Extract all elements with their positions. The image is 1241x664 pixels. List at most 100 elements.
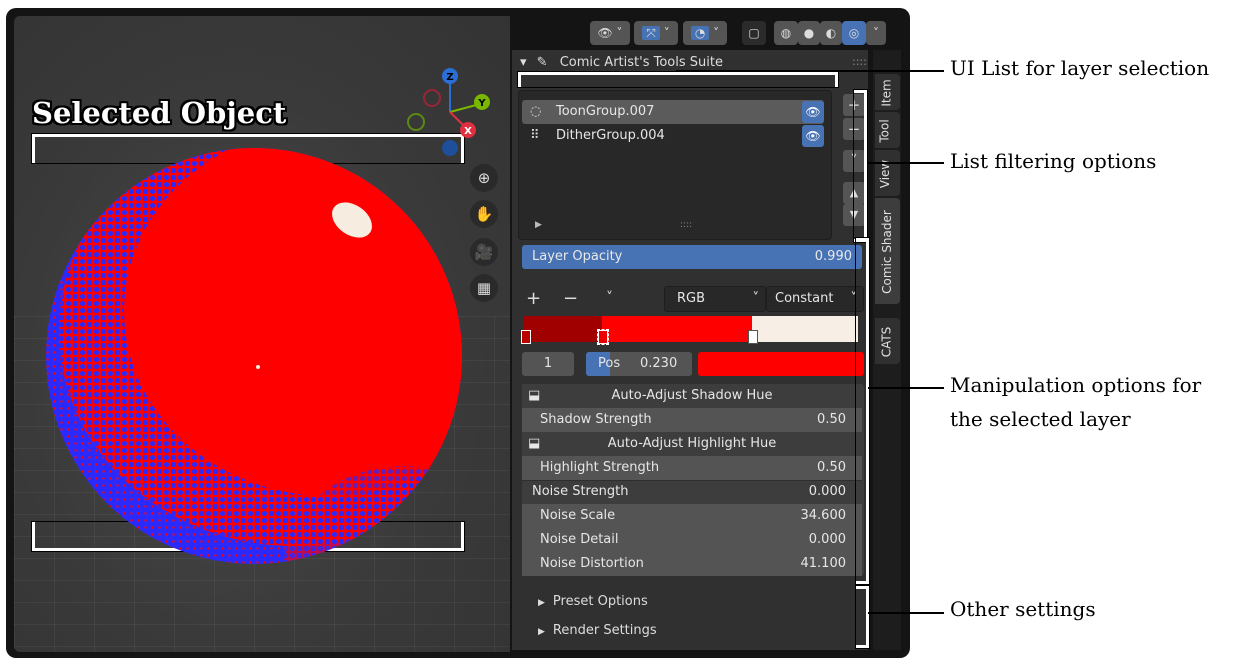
tab-label: Item [879,79,894,107]
noise-strength-field[interactable]: Noise Strength 0.000 [522,480,862,505]
grid-ortho-icon[interactable]: ▦ [470,274,498,302]
tab-tool[interactable]: Tool [875,112,900,148]
tab-label: CATS [879,326,894,358]
color-mode-dropdown[interactable]: RGB ˅ [664,286,766,312]
drag-handle-icon[interactable]: :::: [852,55,867,68]
annotation-manip-line1: Manipulation options for [950,373,1202,397]
wireframe-icon[interactable]: ◍ [774,21,798,45]
auto-adjust-icon: ⬓ [528,436,541,451]
prop-value: 41.100 [800,556,847,571]
auto-adjust-icon: ⬓ [528,388,541,403]
rendered-icon[interactable]: ◎ [842,21,866,45]
noise-detail-field[interactable]: Noise Detail 0.000 [522,528,862,553]
prop-value: 0.000 [808,532,846,547]
overlay-icon[interactable]: ◔ ˅ [683,21,727,45]
interpolation-dropdown[interactable]: Constant ˅ [766,286,864,312]
ramp-stop-1[interactable] [597,329,609,345]
gizmo-z-label: Z [446,72,453,83]
ramp-stop-0[interactable] [521,330,531,344]
arrow-other [868,612,944,614]
dither-icon: ⠿ [530,128,540,143]
ramp-remove-button[interactable]: − [563,288,578,309]
color-ramp[interactable] [524,316,858,342]
bracket-filter [853,89,868,243]
tab-label: View [878,159,893,189]
layer-opacity-slider[interactable]: Layer Opacity 0.990 [522,245,862,269]
visibility-icon[interactable]: 👁 ˅ [590,21,630,45]
bracket-manip [855,237,870,585]
ramp-menu-button[interactable]: ˅ [606,290,613,306]
toon-icon: ◌ [530,104,542,119]
layer-name: ToonGroup.007 [556,104,655,119]
ramp-add-button[interactable]: + [526,288,541,309]
axis-gizmo[interactable]: Z Y X [404,64,504,164]
subpanel-label: Preset Options [552,594,648,609]
tab-comic-shader[interactable]: Comic Shader [875,198,900,304]
xray-icon[interactable]: ▢ [742,21,766,45]
color-mode-value: RGB [677,291,706,306]
pos-value: 0.230 [640,356,678,371]
preset-options-subpanel[interactable]: ▶ Preset Options [538,594,648,609]
interpolation-value: Constant [775,291,834,306]
highlight-strength-field[interactable]: Highlight Strength 0.50 [522,456,862,481]
annotation-other: Other settings [950,597,1096,621]
tab-cats[interactable]: CATS [875,318,900,364]
annotation-manip-line2: the selected layer [950,407,1131,431]
subpanel-label: Render Settings [552,623,657,638]
eye-icon[interactable]: 👁 [802,101,824,123]
render-settings-subpanel[interactable]: ▶ Render Settings [538,623,657,638]
solid-icon[interactable]: ● [798,21,820,45]
camera-icon[interactable]: 🎥 [470,238,498,266]
shadow-hue-label: Auto-Adjust Shadow Hue [611,388,773,403]
prop-value: 34.600 [800,508,847,523]
bracket-ui-list [517,71,839,88]
panel-header[interactable]: ▾ ✎ Comic Artist's Tools Suite [520,55,723,70]
prop-label: Noise Scale [540,508,616,523]
highlight-hue-toggle[interactable]: ⬓ Auto-Adjust Highlight Hue [522,432,862,457]
panel-title: Comic Artist's Tools Suite [559,55,723,70]
noise-scale-field[interactable]: Noise Scale 34.600 [522,504,862,529]
ramp-segment-red [602,316,752,342]
gizmo-icon[interactable]: ⤧ ˅ [634,21,678,45]
noise-distortion-field[interactable]: Noise Distortion 41.100 [522,552,862,576]
opacity-label: Layer Opacity [532,249,623,264]
stop-index-field[interactable]: 1 [522,352,574,376]
prop-label: Noise Strength [532,484,629,499]
layer-item-1[interactable]: ⠿ DitherGroup.004 👁 [522,124,824,148]
pos-field[interactable]: Pos 0.230 [586,352,692,376]
arrow-filter [868,162,944,164]
expand-arrow-icon: ▶ [538,627,545,637]
tab-item[interactable]: Item [875,74,900,110]
3d-viewport[interactable]: Selected Object Z Y X ⊕ ✋ 🎥 ▦ [14,16,510,652]
list-resize-handle-icon[interactable]: :::: [680,220,692,230]
list-filter-toggle-icon[interactable]: ▶ [535,220,542,230]
ramp-stop-2[interactable] [748,330,758,344]
arrow-manip [868,387,944,389]
eye-icon[interactable]: 👁 [802,125,824,147]
prop-label: Shadow Strength [540,412,652,427]
material-icon[interactable]: ◐ [820,21,842,45]
tab-view[interactable]: View [875,150,900,196]
shadow-strength-field[interactable]: Shadow Strength 0.50 [522,408,862,433]
expand-arrow-icon: ▶ [538,598,545,608]
prop-value: 0.000 [808,484,846,499]
zoom-icon[interactable]: ⊕ [470,164,498,192]
tab-label: Tool [877,119,892,143]
sphere-object[interactable] [44,146,464,566]
layer-name: DitherGroup.004 [556,128,665,143]
ramp-segment-light [752,316,858,342]
halftone-sphere [46,148,462,564]
pan-hand-icon[interactable]: ✋ [470,200,498,228]
prop-label: Noise Detail [540,532,619,547]
prop-value: 0.50 [817,460,846,475]
bracket-other [855,585,870,649]
prop-label: Highlight Strength [540,460,660,475]
ramp-segment-dark [524,316,602,342]
shadow-hue-toggle[interactable]: ⬓ Auto-Adjust Shadow Hue [522,384,862,409]
collapse-arrow-icon[interactable]: ▾ [520,55,527,70]
shading-dropdown[interactable]: ˅ [866,21,886,45]
stop-color-swatch[interactable] [698,352,864,376]
layer-item-0[interactable]: ◌ ToonGroup.007 👁 [522,100,824,124]
opacity-value: 0.990 [814,249,852,264]
gizmo-x-label: X [464,126,472,137]
